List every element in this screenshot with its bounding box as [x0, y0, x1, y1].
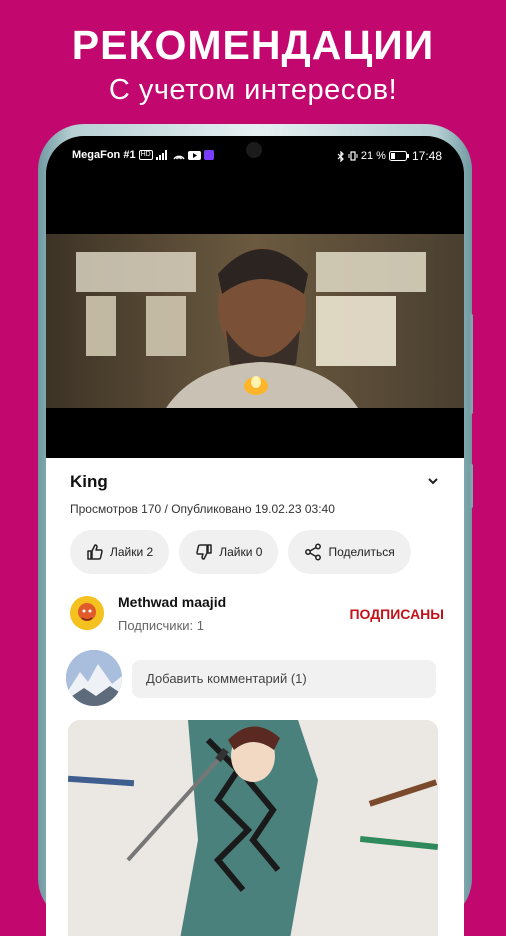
share-icon: [305, 543, 322, 561]
video-details: King Просмотров 170 / Опубликовано 19.02…: [46, 458, 464, 936]
dislike-count: Лайки 0: [219, 545, 263, 559]
video-meta: Просмотров 170 / Опубликовано 19.02.23 0…: [70, 502, 335, 516]
like-button[interactable]: Лайки 2: [70, 530, 170, 574]
bluetooth-icon: [337, 150, 344, 162]
author-subscribers: Подписчики: 1: [118, 618, 204, 633]
author-row: Methwad maajid Подписчики: 1 ПОДПИСАНЫ: [70, 588, 444, 638]
like-count: Лайки 2: [110, 545, 154, 559]
app-notification-icon: [203, 150, 214, 160]
video-player[interactable]: [46, 172, 464, 458]
comment-row: Добавить комментарий (1): [66, 650, 444, 708]
phone-screen: MegaFon #1 HD 21 % 17:48 King Просмотров…: [46, 136, 464, 936]
user-avatar: [66, 650, 122, 706]
signal-icon: [155, 150, 167, 160]
volume-button: [470, 314, 473, 414]
phone-frame: MegaFon #1 HD 21 % 17:48 King Просмотров…: [38, 124, 473, 936]
hotspot-icon: [173, 155, 185, 160]
subscribe-button[interactable]: ПОДПИСАНЫ: [349, 606, 444, 622]
video-thumbnail: [46, 234, 464, 408]
author-avatar[interactable]: [70, 596, 104, 630]
promo-subline: С учетом интересов!: [108, 74, 398, 106]
share-label: Поделиться: [328, 545, 395, 559]
chevron-down-icon[interactable]: [426, 474, 440, 488]
battery-percent: 21 %: [360, 150, 386, 162]
status-bar: MegaFon #1 HD 21 % 17:48: [46, 136, 464, 172]
video-frame: [46, 234, 464, 408]
author-name[interactable]: Methwad maajid: [118, 594, 226, 610]
clock: 17:48: [411, 149, 442, 163]
dislike-button[interactable]: Лайки 0: [179, 530, 279, 574]
vibrate-icon: [348, 151, 358, 161]
front-camera: [246, 142, 262, 158]
power-button: [470, 464, 473, 508]
share-button[interactable]: Поделиться: [288, 530, 411, 574]
video-title: King: [70, 472, 108, 491]
volte-icon: HD: [138, 150, 153, 160]
carrier-label: MegaFon #1: [72, 149, 136, 161]
youtube-icon: [187, 150, 201, 160]
comment-input[interactable]: Добавить комментарий (1): [132, 660, 436, 698]
recommended-thumbnail: [68, 720, 438, 936]
recommended-video-card[interactable]: [68, 720, 438, 936]
promo-headline: РЕКОМЕНДАЦИИ: [71, 22, 435, 68]
battery-icon: [388, 151, 409, 161]
thumb-down-icon: [196, 544, 212, 560]
thumb-up-icon: [87, 544, 103, 560]
